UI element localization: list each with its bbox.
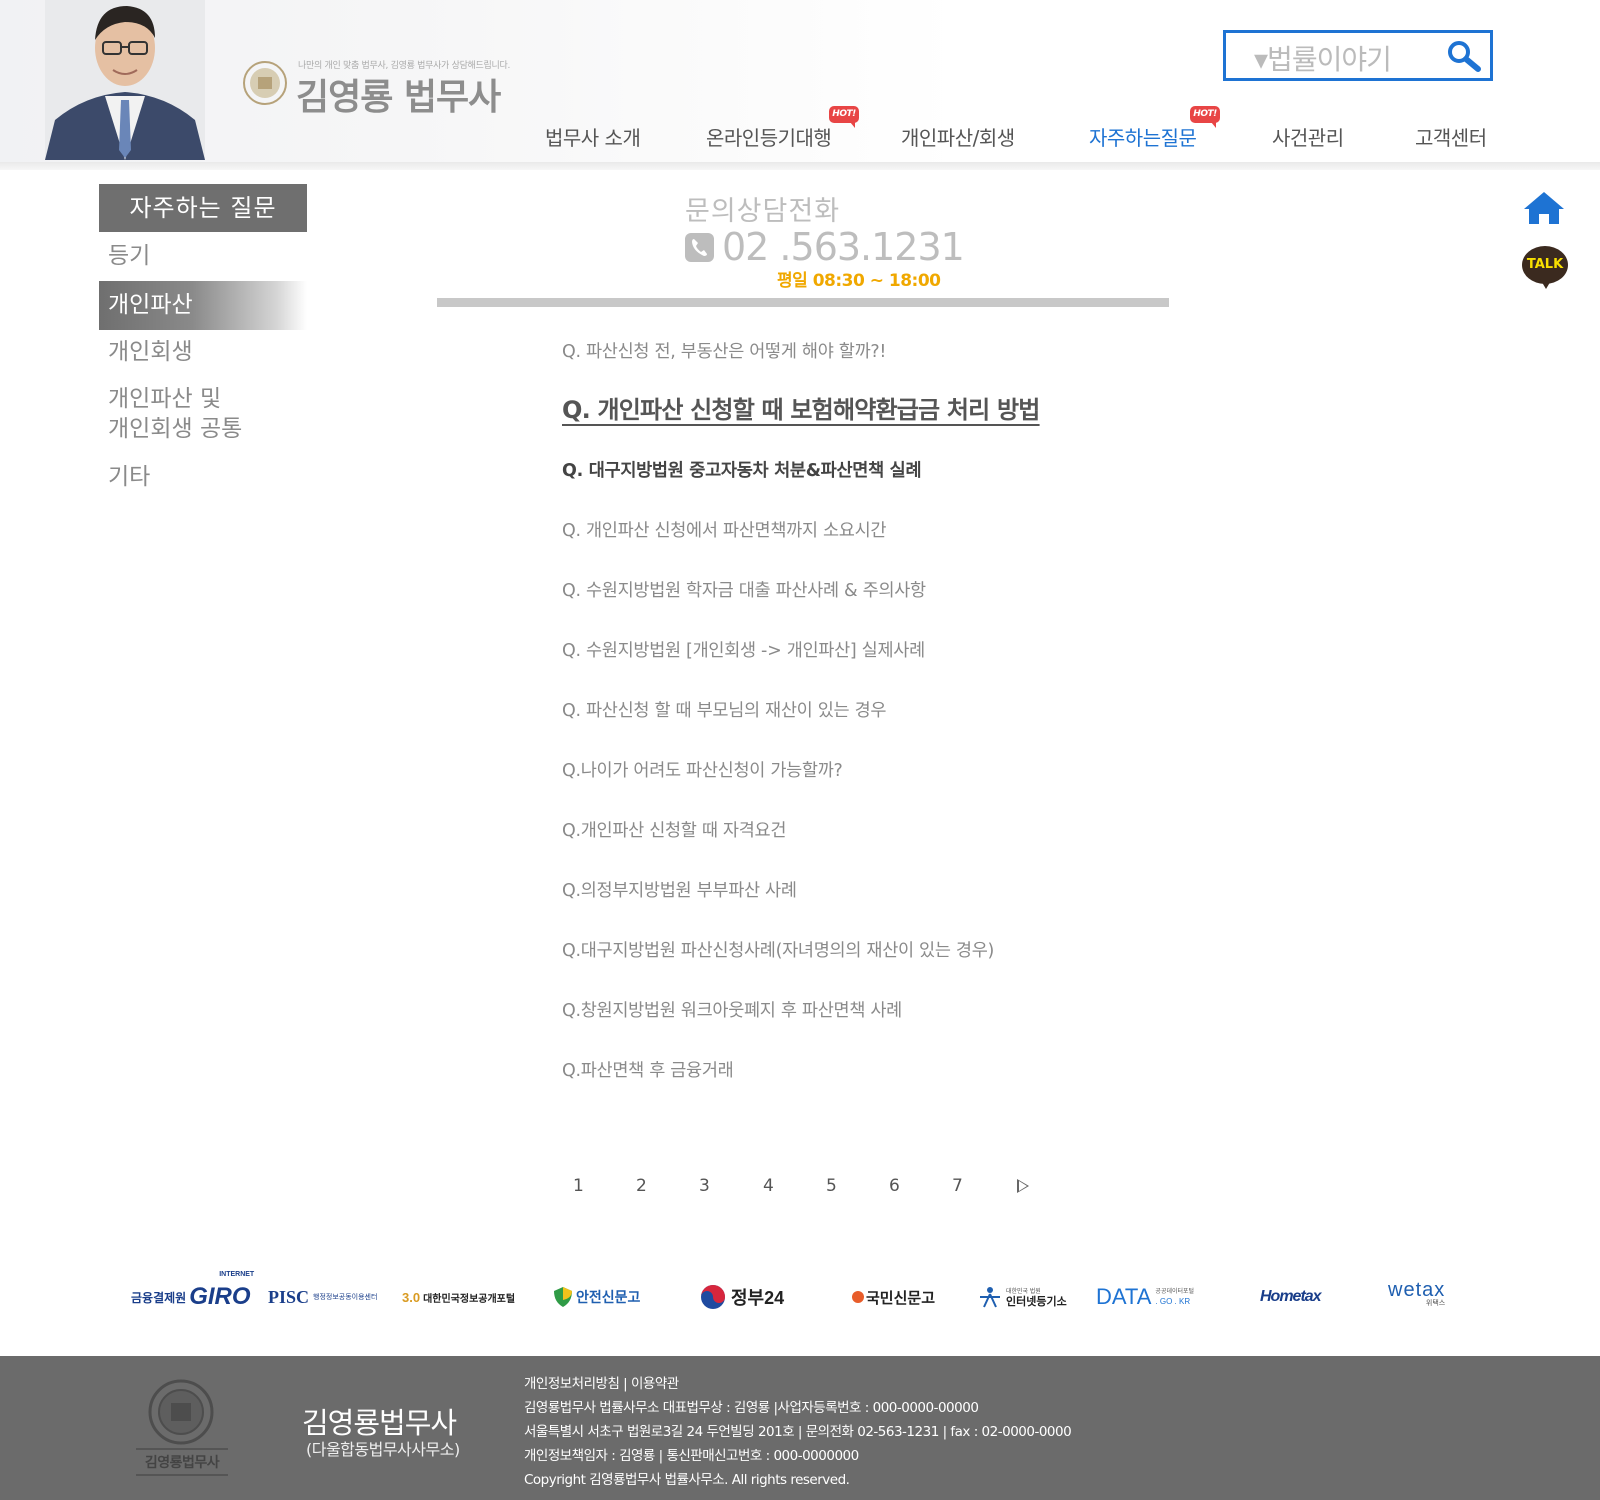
question-item[interactable]: Q.의정부지방법원 부부파산 사례 [562,877,797,902]
sidebar-item-common-line1[interactable]: 개인파산 및 [99,384,221,414]
contact-hours: 평일 08:30 ~ 18:00 [777,271,941,291]
question-item[interactable]: Q. 파산신청 전, 부동산은 어떻게 해야 할까?! [562,338,886,363]
partner-data-small: 공공데이터포털 [1155,1289,1195,1295]
talk-bubble-tail [1540,279,1552,289]
partner-gov24[interactable]: 정부24 [700,1280,784,1314]
partner-hometax[interactable]: Hometax [1260,1280,1322,1314]
nav-label[interactable]: 온라인등기대행 [706,126,832,150]
partner-data-portal[interactable]: DATA 공공데이터포털 . GO . KR [1096,1280,1194,1314]
talk-label: TALK [1526,257,1564,272]
question-item[interactable]: Q.대구지방법원 파산신청사례(자녀명의의 재산이 있는 경우) [562,937,994,962]
footer-logo-text: 김영룡법무사 [136,1448,228,1476]
safety-shield-icon [554,1287,572,1307]
footer-address-line: 서울특별시 서초구 법원로3길 24 두언빌딩 201호 | 문의전화 02-5… [524,1424,1072,1440]
partner-pisc-main: PISC [268,1286,310,1307]
search-icon[interactable] [1446,39,1482,73]
partner-open-gov-name: 대한민국정보공개포털 [423,1293,516,1305]
partner-wetax[interactable]: wetax 위택스 [1388,1280,1445,1314]
nav-customer-center[interactable]: 고객센터 [1415,122,1487,151]
page-2[interactable]: 2 [636,1176,647,1196]
sidebar-item-etc[interactable]: 기타 [99,462,150,492]
partner-pisc[interactable]: PISC 행정정보공동이용센터 [268,1280,377,1314]
page-1[interactable]: 1 [573,1176,584,1196]
partner-open-gov-num: 3.0 [402,1289,421,1305]
page-4[interactable]: 4 [763,1176,774,1196]
contact-title: 문의상담전화 [685,196,841,227]
question-item[interactable]: Q.창원지방법원 워크아웃폐지 후 파산면책 사례 [562,997,902,1022]
question-item[interactable]: Q.개인파산 신청할 때 자격요건 [562,817,786,842]
search-box[interactable]: ▾법률이야기 [1223,30,1493,81]
footer-company-sub: (다울합동법무사사무소) [306,1440,460,1459]
question-item[interactable]: Q. 개인파산 신청에서 파산면책까지 소요시간 [562,517,886,542]
partner-giro-small: INTERNET [219,1271,255,1278]
brand-name[interactable]: 김영룡 법무사 [296,68,501,120]
question-item[interactable]: Q. 수원지방법원 [개인회생 -> 개인파산] 실제사례 [562,637,925,662]
phone-icon [685,233,714,262]
nav-online-registration[interactable]: 온라인등기대행 HOT! [706,106,859,151]
nav-label[interactable]: 고객센터 [1415,126,1487,150]
partner-safety-report[interactable]: 안전신문고 [553,1280,640,1314]
partner-data-main: DATA [1096,1284,1152,1309]
footer-emblem-icon [148,1379,214,1445]
page-7[interactable]: 7 [952,1176,963,1196]
hot-badge: HOT! [829,106,859,128]
nav-label[interactable]: 사건관리 [1272,126,1344,150]
partner-pisc-sub: 행정정보공동이용센터 [313,1294,378,1301]
iros-figure-icon [980,1287,1000,1308]
page-6[interactable]: 6 [889,1176,900,1196]
partner-open-gov[interactable]: 3.0 대한민국정보공개포털 [402,1280,515,1314]
partner-gov24-label: 정부24 [731,1288,785,1308]
footer-privacy-line: 개인정보책임자 : 김영룡 | 통신판매신고번호 : 000-0000000 [524,1448,859,1464]
partner-hometax-label: Hometax [1260,1288,1322,1305]
partner-iros-main: 인터넷등기소 [1006,1296,1067,1308]
sidebar-item-registration[interactable]: 등기 [99,241,150,271]
question-item[interactable]: Q. 수원지방법원 학자금 대출 파산사례 & 주의사항 [562,577,926,602]
page-3[interactable]: 3 [699,1176,710,1196]
page-5[interactable]: 5 [826,1176,837,1196]
sidebar-item-rehabilitation[interactable]: 개인회생 [99,337,193,367]
site-footer: 김영룡법무사 김영룡법무사 (다울합동법무사사무소) 개인정보처리방침 | 이용… [0,1356,1600,1500]
brand-emblem-icon [243,61,287,105]
nav-label[interactable]: 자주하는질문 [1089,126,1197,150]
hot-badge: HOT! [1190,106,1220,128]
partner-data-domain: . GO . KR [1155,1297,1191,1306]
main-nav: 법무사 소개 온라인등기대행 HOT! 개인파산/회생 자주하는질문 HOT! … [0,106,1600,152]
partner-giro[interactable]: 금융결제원 INTERNET GIRO [131,1271,254,1314]
footer-info-line: 김영룡법무사 법률사무소 대표법무상 : 김영룡 |사업자등록번호 : 000-… [524,1400,979,1416]
nav-label[interactable]: 법무사 소개 [545,126,641,150]
footer-copyright: Copyright 김영룡법무사 법률사무소. All rights reser… [524,1472,850,1488]
partner-safety-label: 안전신문고 [576,1289,641,1305]
sidebar-item-common-line2[interactable]: 개인회생 공통 [99,414,242,444]
footer-policy-links[interactable]: 개인정보처리방침 | 이용약관 [524,1372,679,1392]
kakao-talk-button[interactable]: TALK [1522,246,1568,290]
question-item[interactable]: Q.나이가 어려도 파산신청이 가능할까? [562,757,843,782]
question-item[interactable]: Q.파산면책 후 금융거래 [562,1057,734,1082]
question-item-featured[interactable]: Q. 개인파산 신청할 때 보험해약환급금 처리 방법 [562,390,1040,425]
next-page-arrow-icon[interactable] [1017,1179,1029,1193]
sidebar-item-bankruptcy[interactable]: 개인파산 [99,281,307,330]
partner-epeople-label: 국민신문고 [866,1290,936,1307]
nav-bankruptcy[interactable]: 개인파산/회생 [901,122,1015,151]
site-header: 나만의 개인 맞춤 법무사, 김영룡 법무사가 상담해드립니다. 김영룡 법무사… [0,0,1600,162]
search-input[interactable]: ▾법률이야기 [1254,38,1392,78]
nav-case-management[interactable]: 사건관리 [1272,122,1344,151]
nav-about[interactable]: 법무사 소개 [545,122,641,151]
partner-wetax-label: wetax [1388,1279,1446,1301]
question-item[interactable]: Q. 파산신청 할 때 부모님의 재산이 있는 경우 [562,697,886,722]
nav-label[interactable]: 개인파산/회생 [901,126,1015,150]
partner-epeople[interactable]: 국민신문고 [852,1280,935,1314]
contact-phone-number: 02 .563.1231 [722,225,965,269]
sidebar-title: 자주하는 질문 [99,184,307,232]
epeople-dot-icon [852,1291,864,1303]
home-icon[interactable] [1523,190,1565,226]
taegeuk-icon [701,1285,725,1309]
header-divider [0,162,1600,170]
nav-faq[interactable]: 자주하는질문 HOT! [1089,106,1220,151]
partner-iros[interactable]: 대한민국 법원 인터넷등기소 [976,1280,1067,1314]
partner-giro-main: GIRO [189,1283,251,1310]
question-item[interactable]: Q. 대구지방법원 중고자동차 처분&파산면책 실례 [562,457,922,482]
partner-giro-logo: INTERNET GIRO [189,1271,254,1311]
contact-divider [437,298,1169,307]
partner-giro-prefix: 금융결제원 [131,1290,187,1305]
